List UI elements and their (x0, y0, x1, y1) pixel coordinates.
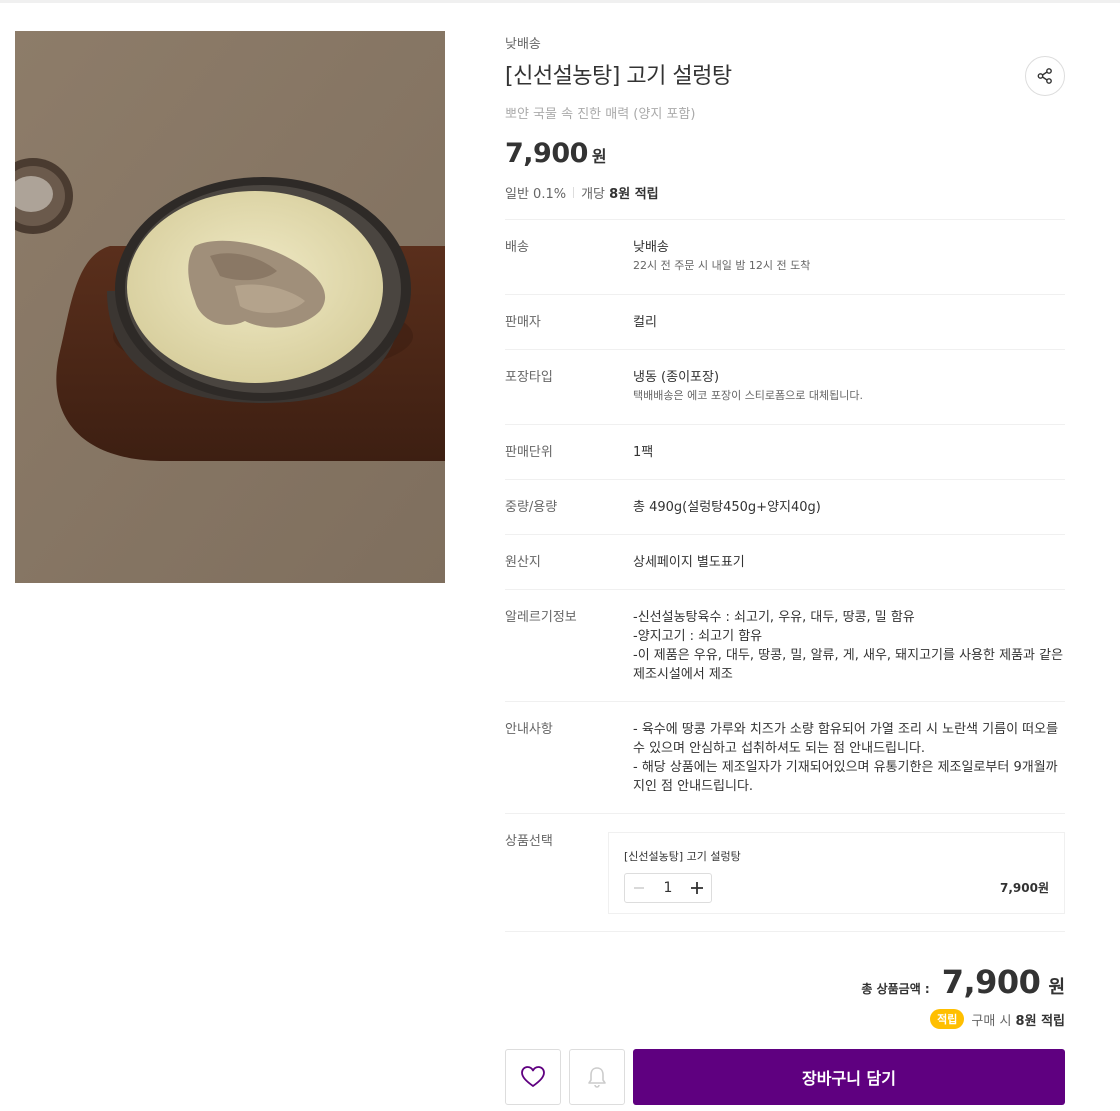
wishlist-button[interactable] (505, 1049, 561, 1105)
detail-label: 안내사항 (505, 722, 553, 737)
delivery-type-label: 낮배송 (505, 37, 541, 52)
total-price-unit: 원 (1048, 977, 1065, 998)
detail-line: -신선설농탕육수 : 쇠고기, 우유, 대두, 땅콩, 밀 함유 (633, 610, 915, 625)
product-details-table: 배송 낮배송 22시 전 주문 시 내일 밤 12시 전 도착 판매자 컬리 포… (505, 219, 1065, 932)
detail-row-delivery: 배송 낮배송 22시 전 주문 시 내일 밤 12시 전 도착 (505, 219, 1065, 294)
detail-value-sub: 22시 전 주문 시 내일 밤 12시 전 도착 (633, 259, 811, 272)
detail-value: 1팩 (633, 445, 654, 460)
detail-value-main: 냉동 (종이포장) (633, 370, 720, 385)
detail-value: 상세페이지 별도표기 (633, 555, 745, 570)
detail-row-packaging: 포장타입 냉동 (종이포장) 택배배송은 에코 포장이 스티로폼으로 대체됩니다… (505, 349, 1065, 424)
price-row: 7,900 원 (505, 138, 607, 169)
detail-value: -신선설농탕육수 : 쇠고기, 우유, 대두, 땅콩, 밀 함유 -양지고기 :… (633, 608, 1065, 701)
share-icon (1037, 68, 1052, 84)
detail-label: 알레르기정보 (505, 610, 577, 625)
add-to-cart-button[interactable]: 장바구니 담기 (633, 1049, 1065, 1105)
earn-amount: 8원 적립 (1015, 1013, 1065, 1029)
points-info: 일반 0.1% 개당 8원 적립 (505, 183, 659, 202)
increase-quantity-button[interactable] (683, 874, 711, 902)
detail-label: 배송 (505, 240, 529, 255)
points-grade: 일반 0.1% (505, 187, 567, 202)
price-amount: 7,900 (505, 138, 588, 169)
detail-row-seller: 판매자 컬리 (505, 294, 1065, 349)
detail-line: 제조시설에서 제조 (633, 667, 733, 682)
top-divider (0, 0, 1120, 3)
option-price: 7,900원 (1000, 881, 1049, 895)
detail-value: 낮배송 22시 전 주문 시 내일 밤 12시 전 도착 (633, 238, 1065, 294)
detail-label: 포장타입 (505, 370, 553, 385)
detail-line: 수 있으며 안심하고 섭취하셔도 되는 점 안내드립니다. (633, 741, 926, 756)
detail-value: [신선설농탕] 고기 설렁탕 1 7,900원 (608, 832, 1065, 931)
plus-icon (691, 882, 703, 894)
product-subtitle: 뽀얀 국물 속 진한 매력 (양지 포함) (505, 107, 696, 122)
detail-row-origin: 원산지 상세페이지 별도표기 (505, 534, 1065, 589)
share-button[interactable] (1025, 56, 1065, 96)
heart-icon (521, 1066, 545, 1087)
detail-value-main: 낮배송 (633, 240, 669, 255)
detail-label: 중량/용량 (505, 500, 558, 515)
detail-row-option: 상품선택 [신선설농탕] 고기 설렁탕 1 7,900원 (505, 813, 1065, 932)
price-unit: 원 (591, 147, 607, 166)
seolleongtang-photo (15, 31, 445, 583)
earn-text: 구매 시 8원 적립 (971, 1010, 1065, 1029)
detail-row-allergy: 알레르기정보 -신선설농탕육수 : 쇠고기, 우유, 대두, 땅콩, 밀 함유 … (505, 589, 1065, 701)
detail-value: - 육수에 땅콩 가루와 치즈가 소량 함유되어 가열 조리 시 노란색 기름이… (633, 720, 1065, 813)
detail-label: 판매단위 (505, 445, 553, 460)
total-price-row: 총 상품금액 : 7,900 원 (861, 963, 1065, 1001)
earn-points-row: 적립 구매 시 8원 적립 (930, 1009, 1065, 1029)
detail-value: 냉동 (종이포장) 택배배송은 에코 포장이 스티로폼으로 대체됩니다. (633, 368, 1065, 424)
detail-value: 총 490g(설렁탕450g+양지40g) (633, 500, 821, 515)
detail-line: -양지고기 : 쇠고기 함유 (633, 629, 763, 644)
restock-alarm-button[interactable] (569, 1049, 625, 1105)
points-separator (573, 187, 575, 198)
detail-value: 컬리 (633, 315, 657, 330)
detail-line: - 육수에 땅콩 가루와 치즈가 소량 함유되어 가열 조리 시 노란색 기름이… (633, 722, 1059, 737)
total-price-amount: 7,900 (941, 963, 1041, 1001)
option-name: [신선설농탕] 고기 설렁탕 (624, 850, 741, 863)
detail-row-notice: 안내사항 - 육수에 땅콩 가루와 치즈가 소량 함유되어 가열 조리 시 노란… (505, 701, 1065, 813)
minus-icon (634, 887, 644, 889)
quantity-stepper: 1 (624, 873, 712, 903)
detail-value-sub: 택배배송은 에코 포장이 스티로폼으로 대체됩니다. (633, 389, 864, 402)
option-box: [신선설농탕] 고기 설렁탕 1 7,900원 (608, 832, 1065, 914)
product-image (15, 31, 445, 583)
product-title: [신선설농탕] 고기 설렁탕 (505, 64, 732, 89)
decrease-quantity-button[interactable] (625, 874, 653, 902)
detail-row-unit: 판매단위 1팩 (505, 424, 1065, 479)
detail-label: 판매자 (505, 315, 541, 330)
points-per-unit-prefix: 개당 (581, 187, 606, 202)
detail-line: - 해당 상품에는 제조일자가 기재되어있으며 유통기한은 제조일로부터 9개월… (633, 760, 1058, 775)
quantity-value[interactable]: 1 (653, 879, 683, 898)
earn-badge: 적립 (930, 1009, 965, 1029)
earn-prefix: 구매 시 (971, 1013, 1012, 1029)
points-per-unit-amount: 8원 적립 (609, 187, 659, 202)
bell-icon (588, 1067, 606, 1088)
total-price-label: 총 상품금액 : (861, 982, 930, 996)
detail-line: 지인 점 안내드립니다. (633, 779, 754, 794)
detail-label: 원산지 (505, 555, 541, 570)
detail-line: -이 제품은 우유, 대두, 땅콩, 밀, 알류, 게, 새우, 돼지고기를 사… (633, 648, 1064, 663)
detail-row-weight: 중량/용량 총 490g(설렁탕450g+양지40g) (505, 479, 1065, 534)
